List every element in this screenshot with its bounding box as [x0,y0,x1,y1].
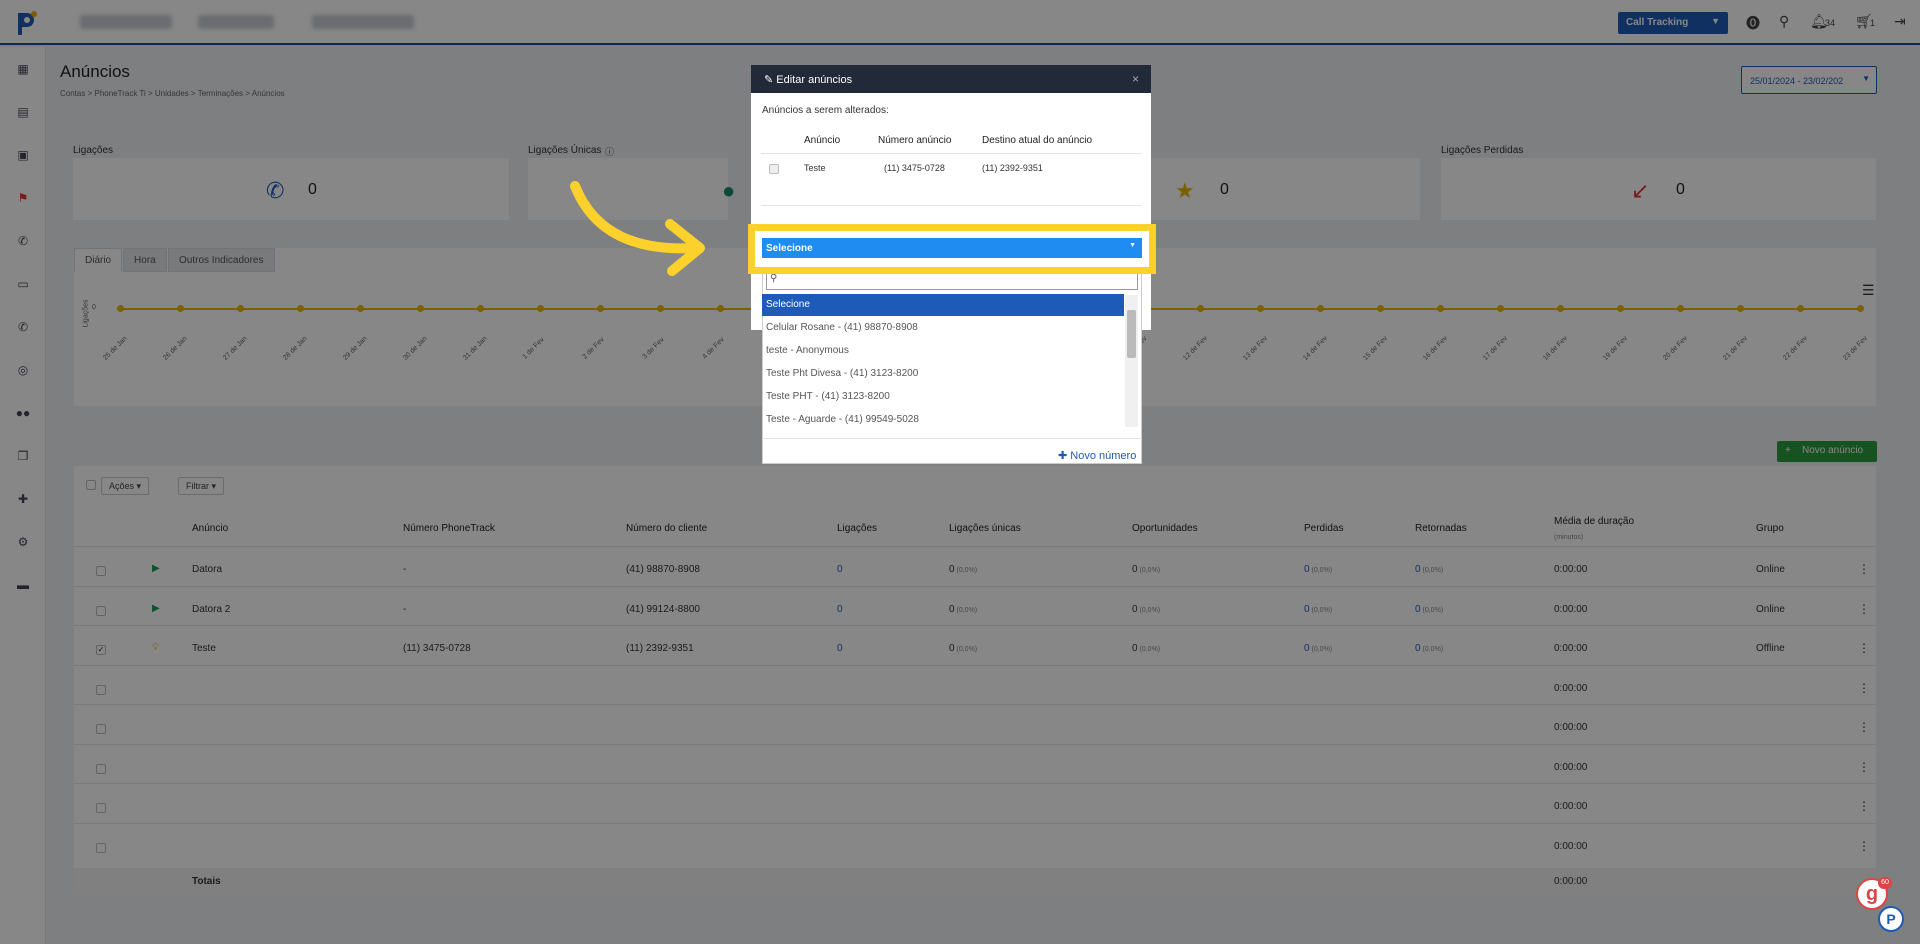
modal-row-checkbox[interactable] [769,164,779,174]
dropdown-option[interactable]: Selecione [762,294,1124,316]
dropdown-divider [762,438,1142,439]
dropdown-option[interactable]: Teste - Aguarde - (41) 99549-5028 [762,409,1124,431]
modal-row-number: (11) 3475-0728 [884,163,945,173]
modal-subtitle: Anúncios a serem alterados: [762,105,889,116]
support-button[interactable]: P [1878,906,1904,932]
destination-select-value: Selecione [766,243,813,254]
help-badge: 60 [1878,877,1892,889]
destination-select[interactable]: Selecione ▼ [762,238,1142,258]
chevron-down-icon: ▼ [1129,242,1136,249]
new-number-label: Novo número [1070,450,1137,462]
new-number-link[interactable]: ✚ Novo número [1058,449,1136,462]
dropdown-scrollbar-thumb[interactable] [1127,310,1136,358]
close-icon[interactable]: × [1132,72,1139,86]
plus-icon: ✚ [1058,450,1068,462]
search-icon: ⚲ [770,273,778,284]
dropdown-option[interactable]: Teste Pht Divesa - (41) 3123-8200 [762,363,1124,385]
modal-divider [761,153,1141,154]
modal-header-destination: Destino atual do anúncio [982,135,1093,146]
modal-header: ✎ Editar anúncios × [751,65,1151,93]
modal-header-number: Número anúncio [878,135,952,146]
dropdown-option[interactable]: Celular Rosane - (41) 98870-8908 [762,317,1124,339]
modal-row-name: Teste [804,163,826,173]
dropdown-option[interactable]: Teste PHT - (41) 3123-8200 [762,386,1124,408]
pointer-arrow [570,181,705,276]
edit-icon: ✎ [764,74,774,86]
modal-row-destination: (11) 2392-9351 [982,163,1043,173]
modal-header-ad: Anúncio [804,135,841,146]
dropdown-option[interactable]: teste - Anonymous [762,340,1124,362]
modal-title: Editar anúncios [776,74,853,86]
modal-divider [761,205,1141,206]
